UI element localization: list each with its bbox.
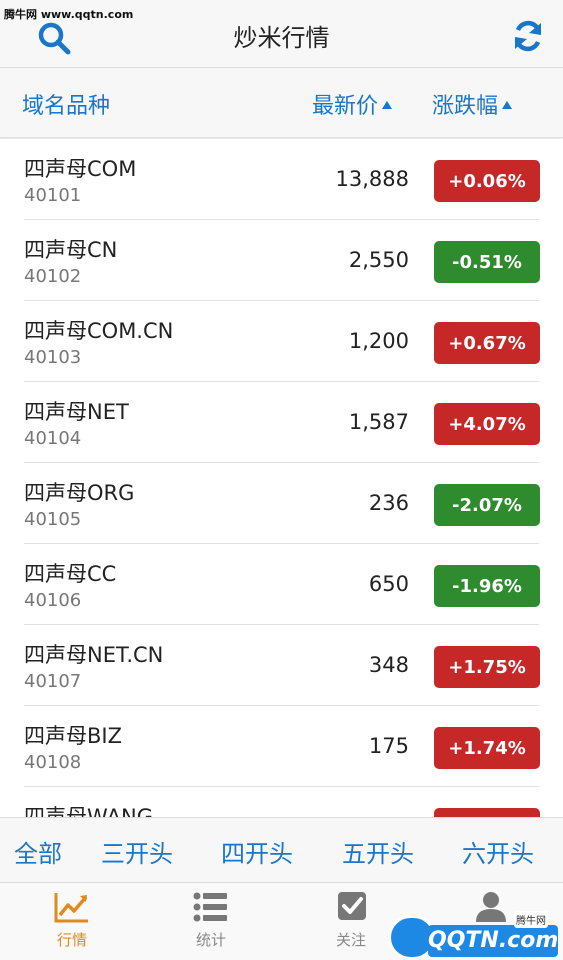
tab-label: 统计 [195,931,226,949]
domain-code: 40101 [24,185,82,206]
chart-trend-icon [54,893,88,923]
list-item[interactable]: 四声母COM.CN 40103 1,200 +0.67% [24,301,540,382]
domain-code: 40105 [24,509,82,530]
tab-label: 关注 [335,931,366,949]
domain-name: 四声母COM [24,157,137,181]
domain-code: 40108 [24,752,82,773]
list-item[interactable]: 四声母WANG [24,787,540,817]
change-badge: -2.07% [434,484,540,526]
header-price-sort[interactable]: 最新价 [312,88,393,120]
latest-price: 2,550 [348,248,409,272]
latest-price: 1,587 [348,410,409,434]
quote-list[interactable]: 四声母COM 40101 13,888 +0.06% 四声母CN 40102 2… [0,139,563,817]
domain-code: 40104 [24,428,82,449]
change-badge: +4.07% [434,403,540,445]
header-change-label: 涨跌幅 [432,94,499,119]
tab-quotes[interactable]: 行情 [27,883,117,960]
latest-price: 1,200 [348,329,409,353]
prefix-filter-bar: 全部 三开头 四开头 五开头 六开头 [0,817,563,883]
domain-name: 四声母CN [24,238,118,262]
list-icon [193,892,227,922]
header-change-sort[interactable]: 涨跌幅 [432,88,513,120]
list-item[interactable]: 四声母CC 40106 650 -1.96% [24,544,540,625]
latest-price: 650 [368,572,409,596]
checkbox-icon [338,892,366,920]
domain-code: 40106 [24,590,82,611]
tab-label: 行情 [56,931,87,949]
list-item[interactable]: 四声母COM 40101 13,888 +0.06% [24,139,540,220]
watermark-text: 腾牛网 www.qqtn.com [4,8,134,21]
header-price-label: 最新价 [312,94,379,119]
change-badge: +1.75% [434,646,540,688]
tab-watchlist[interactable]: 关注 [306,883,396,960]
domain-name: 四声母BIZ [24,724,122,748]
domain-name: 四声母NET.CN [24,643,164,667]
list-item[interactable]: 四声母CN 40102 2,550 -0.51% [24,220,540,301]
domain-name: 四声母COM.CN [24,319,174,343]
refresh-icon[interactable] [510,18,546,54]
list-item[interactable]: 四声母NET 40104 1,587 +4.07% [24,382,540,463]
domain-name: 四声母WANG [24,805,153,817]
column-header: 域名品种 最新价 涨跌幅 [0,68,563,138]
page-title: 炒米行情 [233,24,330,52]
logo-text: QQTN.com [428,925,558,957]
domain-code: 40103 [24,347,82,368]
list-item[interactable]: 四声母BIZ 40108 175 +1.74% [24,706,540,787]
change-badge: +1.74% [434,727,540,769]
latest-price: 348 [368,653,409,677]
domain-name: 四声母ORG [24,481,135,505]
domain-code: 40107 [24,671,82,692]
domain-name: 四声母NET [24,400,129,424]
list-item[interactable]: 四声母NET.CN 40107 348 +1.75% [24,625,540,706]
filter-four-prefix[interactable]: 四开头 [221,834,293,869]
latest-price: 13,888 [335,167,409,191]
filter-all[interactable]: 全部 [14,834,62,869]
filter-five-prefix[interactable]: 五开头 [342,834,414,869]
filter-six-prefix[interactable]: 六开头 [462,834,534,869]
header-name[interactable]: 域名品种 [22,88,110,120]
filter-three-prefix[interactable]: 三开头 [101,834,173,869]
sort-up-icon [502,101,513,109]
change-badge: -1.96% [434,565,540,607]
site-logo: QQTN.com 腾牛网 [388,911,563,960]
sort-up-icon [382,101,393,109]
domain-code: 40102 [24,266,82,287]
latest-price: 175 [368,734,409,758]
logo-tag: 腾牛网 [514,911,548,928]
change-badge: -0.51% [434,241,540,283]
tab-statistics[interactable]: 统计 [166,883,256,960]
change-badge: +0.67% [434,322,540,364]
domain-name: 四声母CC [24,562,117,586]
list-item[interactable]: 四声母ORG 40105 236 -2.07% [24,463,540,544]
latest-price: 236 [368,491,409,515]
change-badge [434,808,540,817]
change-badge: +0.06% [434,160,540,202]
